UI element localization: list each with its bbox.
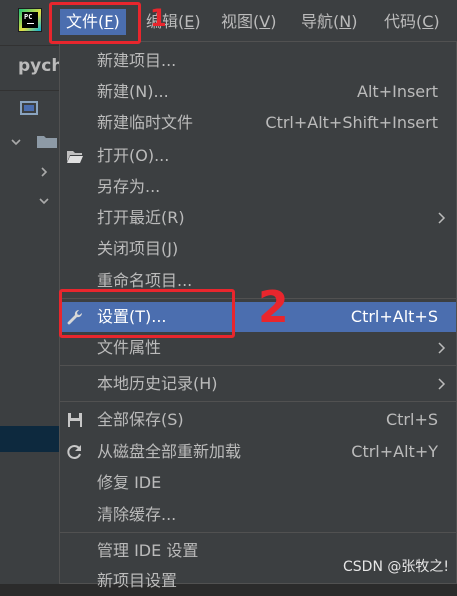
panel-divider [0, 90, 60, 91]
menu-separator [60, 532, 456, 533]
chevron-right-icon[interactable] [38, 166, 50, 178]
chevron-right-icon [438, 378, 446, 390]
pycharm-logo-icon: PC [18, 8, 42, 32]
menu-navigate[interactable]: 导航(N) [295, 9, 363, 35]
menu-item-save-all[interactable]: 全部保存(S) Ctrl+S [60, 405, 456, 435]
chevron-down-icon[interactable] [10, 136, 22, 148]
menu-separator [60, 365, 456, 366]
menu-item-new[interactable]: 新建(N)... Alt+Insert [60, 77, 456, 107]
annotation-box-file [49, 2, 141, 44]
annotation-step-2: 2 [258, 282, 289, 333]
project-view-icon[interactable] [20, 100, 38, 116]
chevron-right-icon [438, 212, 446, 224]
menu-item-save-as[interactable]: 另存为... [60, 172, 456, 202]
menu-item-repair-ide[interactable]: 修复 IDE [60, 468, 456, 498]
menu-item-new-scratch-file[interactable]: 新建临时文件 Ctrl+Alt+Shift+Insert [60, 108, 456, 138]
menu-view[interactable]: 视图(V) [215, 9, 282, 35]
menu-item-local-history[interactable]: 本地历史记录(H) [60, 369, 456, 399]
refresh-icon [67, 445, 81, 459]
menu-item-new-project[interactable]: 新建项目... [60, 46, 456, 76]
chevron-down-icon[interactable] [38, 195, 50, 207]
watermark: CSDN @张牧之! [343, 559, 449, 575]
menu-item-invalidate-caches[interactable]: 清除缓存... [60, 500, 456, 530]
menu-code[interactable]: 代码(C) [378, 9, 446, 35]
annotation-step-1: 1 [150, 4, 167, 32]
menu-item-reload-all[interactable]: 从磁盘全部重新加载 Ctrl+Alt+Y [60, 437, 456, 467]
project-name: pych [18, 56, 60, 76]
menu-item-open[interactable]: 打开(O)... [60, 141, 456, 171]
menu-item-open-recent[interactable]: 打开最近(R) [60, 203, 456, 233]
tree-selected-row[interactable] [0, 426, 60, 452]
menu-item-close-project[interactable]: 关闭项目(J) [60, 234, 456, 264]
annotation-box-settings [59, 289, 235, 338]
chevron-right-icon [438, 342, 446, 354]
folder-icon [37, 136, 57, 148]
save-icon [68, 413, 82, 427]
open-folder-icon [67, 151, 83, 163]
menu-separator [60, 401, 456, 402]
project-panel [0, 46, 60, 584]
